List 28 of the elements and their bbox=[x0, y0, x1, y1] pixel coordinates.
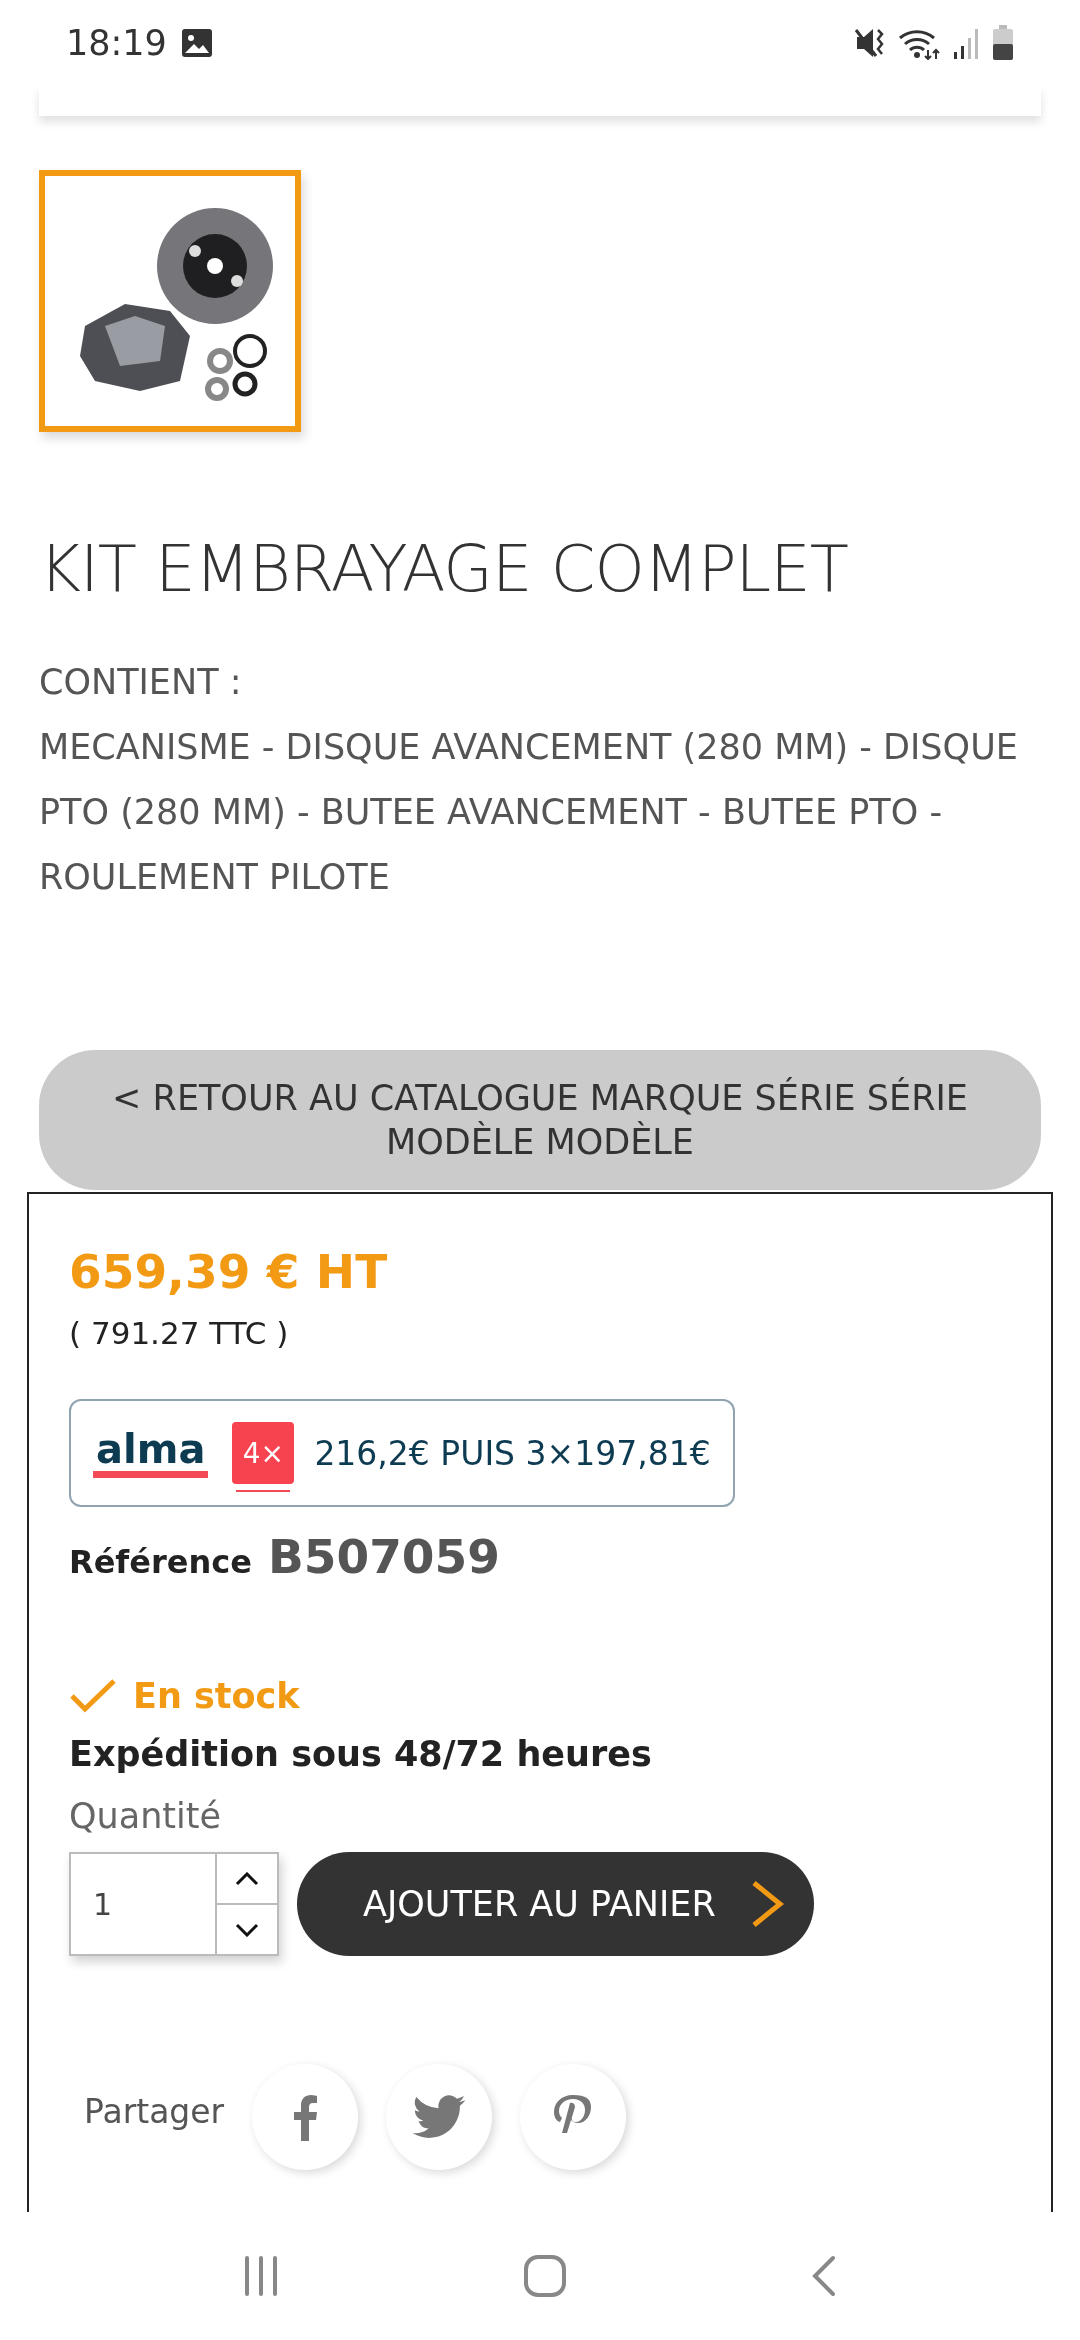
stock-status: En stock bbox=[133, 1676, 300, 1716]
chevron-down-icon bbox=[235, 1922, 259, 1937]
chevron-up-icon bbox=[235, 1871, 259, 1886]
home-icon[interactable] bbox=[523, 2254, 567, 2298]
bird-icon bbox=[412, 2095, 467, 2139]
contents-label: CONTIENT : bbox=[39, 661, 243, 704]
reference-value: B507059 bbox=[267, 1529, 500, 1584]
installment-text: 216,2€ PUIS 3×197,81€ bbox=[314, 1433, 711, 1473]
quantity-label: Quantité bbox=[69, 1796, 222, 1836]
reference-label: Référence bbox=[69, 1543, 252, 1581]
contents-text: MECANISME - DISQUE AVANCEMENT (280 MM) - DISQUE PTO (280 MM) - BUTEE AVANCEMENT - BUTEE PTO - ROULEMENT PILOTE bbox=[39, 726, 1019, 899]
price: 659,39 € HT bbox=[69, 1244, 388, 1299]
image-icon bbox=[180, 28, 213, 58]
price-ttc: ( 791.27 TTC ) bbox=[69, 1315, 289, 1351]
f-icon bbox=[291, 2093, 320, 2141]
increment-button[interactable] bbox=[217, 1854, 277, 1903]
back-to-catalogue-button[interactable]: < RETOUR AU CATALOGUE MARQUE SÉRIE SÉRIE MODÈLE MODÈLE bbox=[39, 1050, 1041, 1190]
check-icon bbox=[69, 1678, 117, 1714]
installment-banner[interactable]: alma 4× 216,2€ PUIS 3×197,81€ bbox=[69, 1399, 735, 1507]
add-to-cart-button[interactable]: AJOUTER AU PANIER bbox=[297, 1852, 814, 1956]
alma-logo: alma bbox=[93, 1428, 209, 1478]
product-title: KIT EMBRAYAGE COMPLET bbox=[39, 532, 849, 606]
status-time: 18:19 bbox=[66, 23, 167, 63]
share-label: Partager bbox=[84, 2092, 225, 2131]
battery-icon bbox=[992, 25, 1014, 61]
decrement-button[interactable] bbox=[217, 1903, 277, 1954]
quantity-field[interactable]: 1 bbox=[69, 1852, 279, 1956]
shipping-info: Expédition sous 48/72 heures bbox=[69, 1734, 652, 1774]
